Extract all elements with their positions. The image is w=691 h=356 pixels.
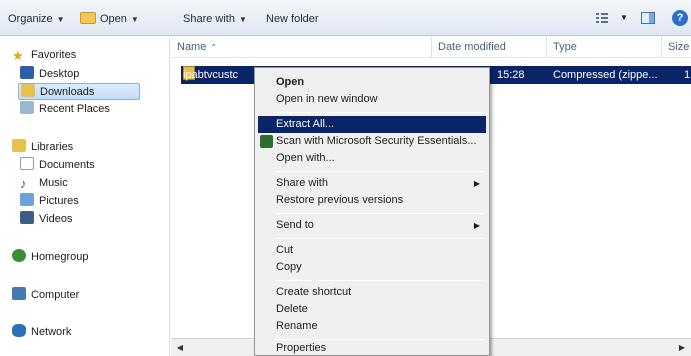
documents-icon xyxy=(20,157,34,170)
nav-homegroup[interactable]: Homegroup xyxy=(12,249,88,266)
nav-music[interactable]: ♪ Music xyxy=(20,175,68,192)
menu-separator xyxy=(275,171,485,172)
change-view-button[interactable] xyxy=(594,10,610,26)
view-options-arrow[interactable]: ▼ xyxy=(616,10,632,26)
column-header-type[interactable]: Type xyxy=(547,37,662,58)
menu-separator xyxy=(275,213,485,214)
security-essentials-icon xyxy=(260,135,273,148)
menu-item-open-new-window[interactable]: Open in new window xyxy=(258,91,486,108)
help-icon[interactable]: ? xyxy=(672,10,688,26)
open-label: Open xyxy=(100,13,127,25)
nav-pictures[interactable]: Pictures xyxy=(20,193,79,210)
menu-item-open[interactable]: Open xyxy=(258,74,486,91)
recent-places-icon xyxy=(20,101,34,114)
nav-recent-places[interactable]: Recent Places xyxy=(20,101,110,118)
submenu-arrow-icon: ▶ xyxy=(473,221,480,230)
nav-desktop[interactable]: Desktop xyxy=(20,66,79,83)
preview-pane-button[interactable] xyxy=(640,10,656,26)
music-icon: ♪ xyxy=(20,176,27,191)
star-icon: ★ xyxy=(12,48,24,63)
menu-item-scan-label: Scan with Microsoft Security Essentials.… xyxy=(276,135,477,147)
nav-videos-label: Videos xyxy=(39,213,73,225)
chevron-down-icon: ▼ xyxy=(238,15,247,24)
nav-libraries[interactable]: Libraries xyxy=(12,139,73,156)
nav-homegroup-label: Homegroup xyxy=(31,251,89,263)
menu-item-properties[interactable]: Properties xyxy=(258,340,486,356)
scroll-right-icon[interactable]: ▶ xyxy=(675,341,689,355)
menu-separator xyxy=(275,280,485,281)
nav-pictures-label: Pictures xyxy=(39,195,79,207)
downloads-folder-icon xyxy=(21,84,35,97)
organize-label: Organize xyxy=(8,13,53,25)
menu-item-delete[interactable]: Delete xyxy=(258,301,486,318)
file-type-cell: Compressed (zippe... xyxy=(553,69,658,81)
nav-recent-places-label: Recent Places xyxy=(39,103,110,115)
share-with-button[interactable]: Share with ▼ xyxy=(183,11,247,27)
command-bar: Organize ▼ Open ▼ Share with ▼ New folder ▼… xyxy=(0,0,691,36)
preview-pane-icon xyxy=(641,12,655,24)
chevron-down-icon: ▼ xyxy=(130,15,139,24)
sort-ascending-icon: ⌃ xyxy=(210,43,218,52)
open-button[interactable]: Open ▼ xyxy=(80,11,139,27)
homegroup-icon xyxy=(12,249,26,262)
videos-icon xyxy=(20,211,34,224)
organize-button[interactable]: Organize ▼ xyxy=(8,11,65,27)
menu-item-cut[interactable]: Cut xyxy=(258,242,486,259)
desktop-icon xyxy=(20,66,34,79)
menu-item-rename[interactable]: Rename xyxy=(258,318,486,335)
nav-downloads[interactable]: Downloads xyxy=(18,83,140,100)
nav-downloads-label: Downloads xyxy=(40,86,95,98)
nav-favorites-label: Favorites xyxy=(31,49,77,61)
menu-item-share-with[interactable]: Share with ▶ xyxy=(258,175,486,192)
view-list-icon xyxy=(596,13,608,23)
file-name: ipabtvcustc xyxy=(183,69,239,81)
nav-libraries-label: Libraries xyxy=(31,141,74,153)
nav-computer[interactable]: Computer xyxy=(12,287,79,304)
nav-network-label: Network xyxy=(31,326,72,338)
context-menu: Open Open in new window Extract All... S… xyxy=(254,67,490,356)
nav-music-label: Music xyxy=(39,177,68,189)
menu-item-create-shortcut[interactable]: Create shortcut xyxy=(258,284,486,301)
file-size-cell: 1 xyxy=(684,69,691,81)
menu-item-send-to[interactable]: Send to ▶ xyxy=(258,217,486,234)
nav-desktop-label: Desktop xyxy=(39,68,80,80)
folder-icon xyxy=(80,12,96,24)
network-icon xyxy=(12,324,26,337)
share-with-label: Share with xyxy=(183,13,235,25)
file-date-cell: 15:28 xyxy=(497,69,525,81)
menu-item-extract-all[interactable]: Extract All... xyxy=(258,116,486,133)
column-header-size[interactable]: Size xyxy=(662,37,691,58)
nav-favorites[interactable]: ★ Favorites xyxy=(12,47,76,64)
menu-item-scan[interactable]: Scan with Microsoft Security Essentials.… xyxy=(258,133,486,150)
column-header-name[interactable]: Name ⌃ xyxy=(171,37,432,58)
menu-separator xyxy=(275,238,485,239)
navigation-pane: ★ Favorites Desktop Downloads Recent Plac… xyxy=(0,37,170,356)
column-name-label: Name xyxy=(177,41,207,53)
nav-documents[interactable]: Documents xyxy=(20,157,95,174)
menu-item-copy[interactable]: Copy xyxy=(258,259,486,276)
menu-item-send-to-label: Send to xyxy=(276,219,314,231)
libraries-icon xyxy=(12,139,26,152)
submenu-arrow-icon: ▶ xyxy=(473,179,480,188)
nav-computer-label: Computer xyxy=(31,289,80,301)
scroll-left-icon[interactable]: ◀ xyxy=(173,341,187,355)
column-header-date[interactable]: Date modified xyxy=(432,37,547,58)
menu-item-share-with-label: Share with xyxy=(276,177,328,189)
chevron-down-icon: ▼ xyxy=(56,15,65,24)
menu-item-open-with[interactable]: Open with... xyxy=(258,150,486,167)
nav-videos[interactable]: Videos xyxy=(20,211,72,228)
menu-separator xyxy=(275,112,485,113)
pictures-icon xyxy=(20,193,34,206)
new-folder-button[interactable]: New folder xyxy=(266,11,319,27)
nav-documents-label: Documents xyxy=(39,159,95,171)
nav-network[interactable]: Network xyxy=(12,324,71,341)
menu-item-restore[interactable]: Restore previous versions xyxy=(258,192,486,209)
computer-icon xyxy=(12,287,26,300)
